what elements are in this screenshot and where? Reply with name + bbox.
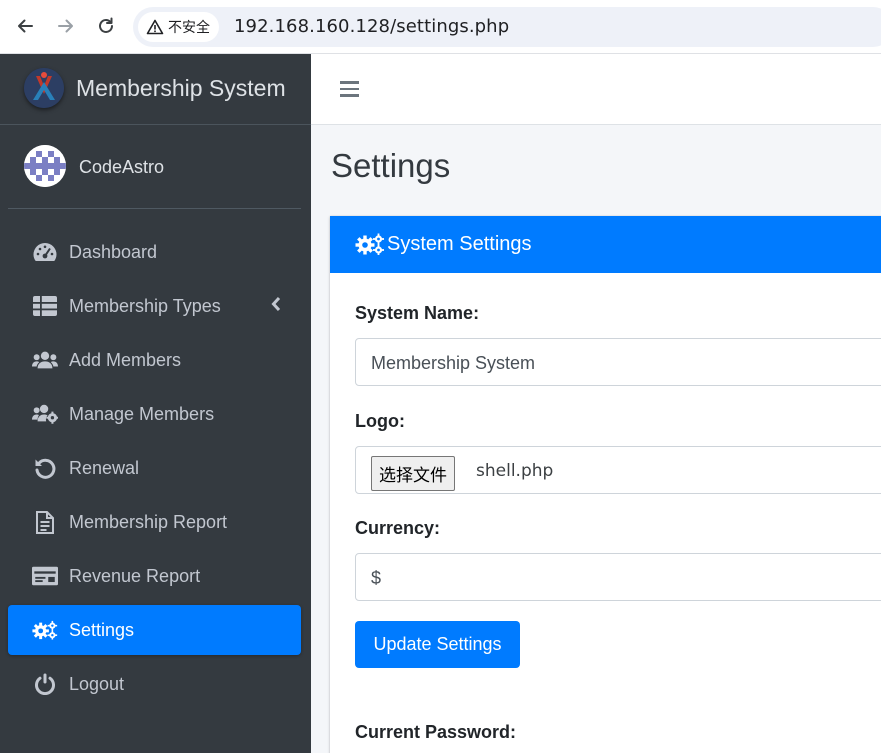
sidebar-item-label: Settings — [69, 620, 135, 640]
brand-title: Membership System — [76, 75, 286, 101]
sidebar-item-label: Membership Report — [69, 512, 228, 532]
url-text[interactable]: 192.168.160.128/settings.php — [234, 16, 509, 37]
sidebar-item-label: Renewal — [69, 458, 140, 478]
security-indicator[interactable]: 不安全 — [138, 12, 219, 42]
sidebar-item-dashboard[interactable]: Dashboard — [8, 227, 301, 277]
money-check-icon — [32, 564, 58, 588]
sidebar-item-logout[interactable]: Logout — [8, 659, 301, 709]
brand-link[interactable]: Membership System — [0, 54, 311, 125]
back-arrow-icon[interactable] — [13, 14, 37, 38]
reload-icon[interactable] — [94, 14, 118, 38]
currency-value: $ — [371, 568, 382, 588]
sidebar: Membership System CodeAstro Dashboard Me… — [0, 54, 311, 753]
sidebar-item-label: Dashboard — [69, 242, 158, 262]
sidebar-item-label: Revenue Report — [69, 566, 201, 586]
card-header: System Settings — [330, 216, 881, 273]
logo-file-input[interactable]: 选择文件 shell.php — [355, 446, 881, 494]
sidebar-item-renewal[interactable]: Renewal — [8, 443, 301, 493]
user-name[interactable]: CodeAstro — [79, 157, 164, 178]
page-title: Settings — [331, 147, 451, 184]
sidebar-item-membership-types[interactable]: Membership Types — [8, 281, 301, 331]
sidebar-item-manage-members[interactable]: Manage Members — [8, 389, 301, 439]
sidebar-item-label: Manage Members — [69, 404, 215, 424]
sidebar-item-membership-report[interactable]: Membership Report — [8, 497, 301, 547]
sidebar-item-label: Add Members — [69, 350, 182, 370]
user-panel: CodeAstro — [8, 125, 301, 209]
system-name-input[interactable]: Membership System — [355, 338, 881, 386]
cogs-icon — [32, 618, 58, 642]
system-settings-card: System Settings System Name: Membership … — [330, 216, 881, 753]
dashboard-icon — [32, 240, 58, 264]
security-label: 不安全 — [168, 20, 210, 36]
users-cog-icon — [32, 402, 58, 426]
choose-file-button[interactable]: 选择文件 — [371, 456, 455, 491]
warning-icon — [146, 19, 164, 35]
avatar[interactable] — [24, 145, 66, 187]
sidebar-item-revenue-report[interactable]: Revenue Report — [8, 551, 301, 601]
system-name-label: System Name: — [355, 303, 480, 323]
sidebar-item-label: Membership Types — [69, 296, 221, 316]
sidebar-item-add-members[interactable]: Add Members — [8, 335, 301, 385]
chevron-left-icon — [271, 296, 281, 317]
address-bar[interactable]: 不安全 192.168.160.128/settings.php — [133, 7, 881, 47]
cogs-icon — [355, 233, 385, 260]
sidebar-nav: Dashboard Membership Types Add Members M… — [8, 227, 301, 713]
currency-label: Currency: — [355, 518, 441, 538]
system-name-value: Membership System — [371, 353, 536, 373]
hamburger-menu-icon[interactable] — [340, 81, 359, 97]
currency-input[interactable]: $ — [355, 553, 881, 601]
undo-icon — [32, 456, 58, 480]
table-icon — [32, 294, 58, 318]
browser-toolbar: 不安全 192.168.160.128/settings.php — [0, 0, 881, 54]
top-navbar — [311, 54, 881, 125]
file-report-icon — [32, 510, 58, 534]
selected-file-name: shell.php — [476, 461, 554, 481]
forward-arrow-icon[interactable] — [54, 14, 78, 38]
brand-logo — [24, 68, 64, 108]
users-icon — [32, 348, 58, 372]
logo-label: Logo: — [355, 411, 405, 431]
sidebar-item-label: Logout — [69, 674, 125, 694]
card-title: System Settings — [387, 233, 532, 255]
sidebar-item-settings[interactable]: Settings — [8, 605, 301, 655]
current-password-label: Current Password: — [355, 722, 517, 742]
power-icon — [32, 672, 58, 696]
update-settings-button[interactable]: Update Settings — [355, 621, 520, 668]
